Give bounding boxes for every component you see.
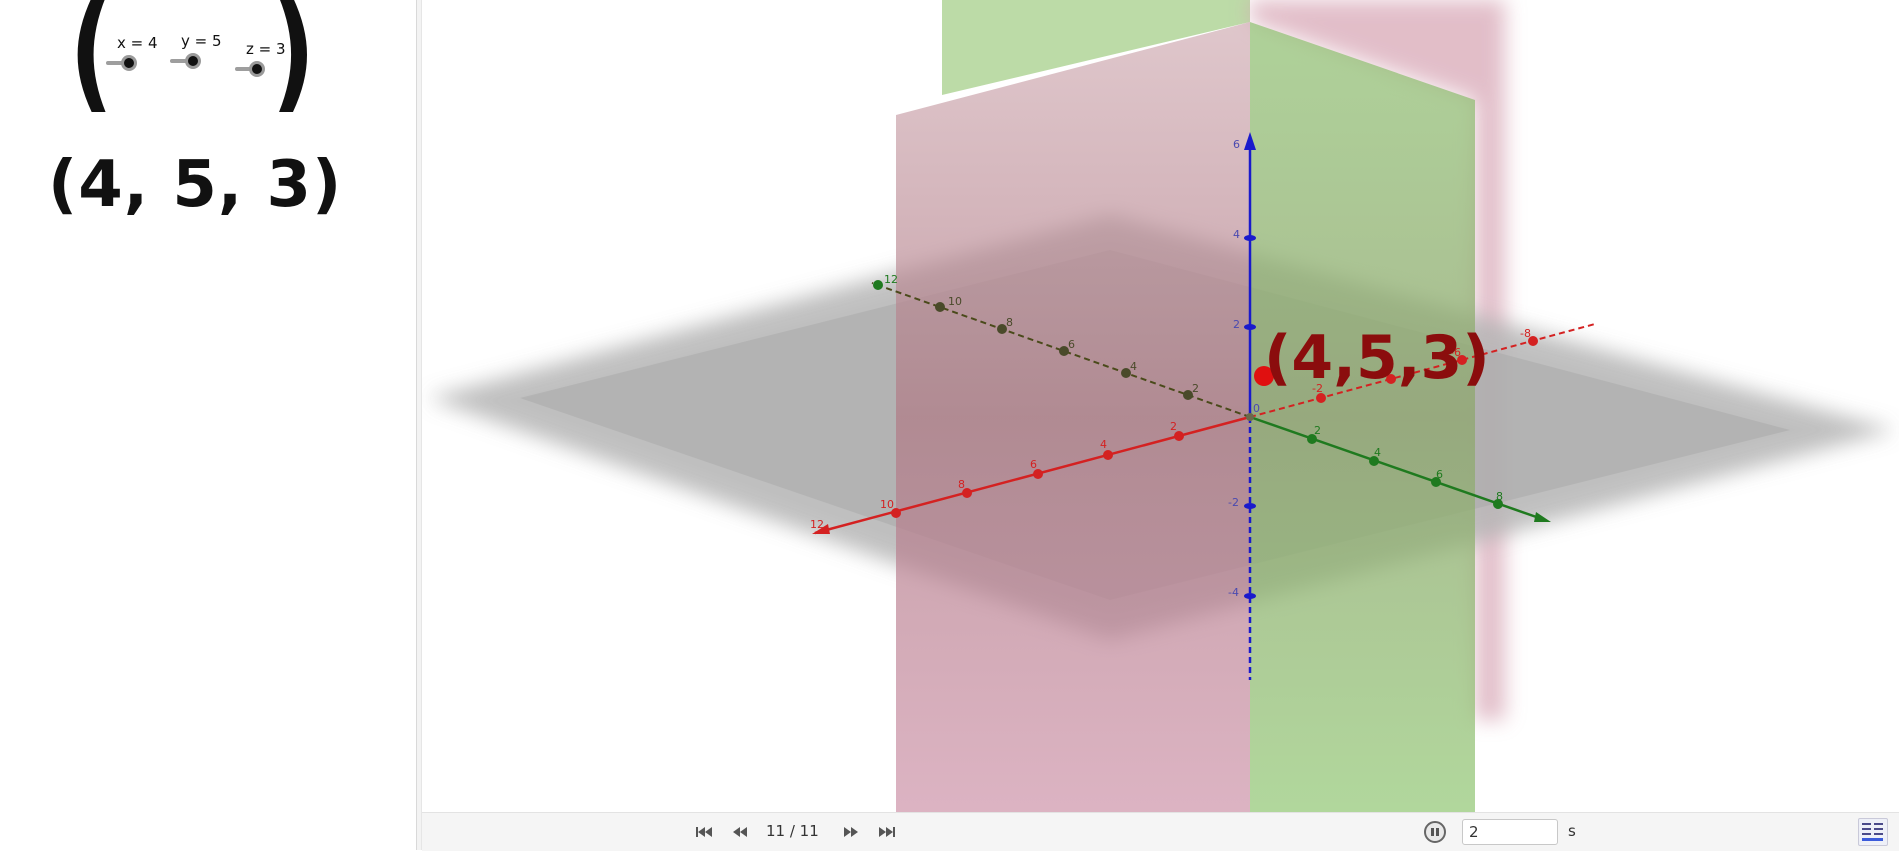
- z-tick-label: 6: [1233, 138, 1240, 151]
- pause-icon[interactable]: [1424, 821, 1446, 843]
- open-parenthesis: (: [69, 0, 114, 126]
- slider-y-knob[interactable]: [185, 53, 201, 69]
- step-forward-icon[interactable]: [840, 823, 862, 841]
- y-tick-label: 4: [1374, 446, 1381, 459]
- step-counter: 11 / 11: [766, 822, 819, 840]
- x-tick-label: 6: [1030, 458, 1037, 471]
- graphics-panel: ( ) x = 4 y = 5 z = 3 (4, 5, 3): [0, 0, 416, 850]
- skip-last-icon[interactable]: [876, 823, 898, 841]
- 3d-canvas[interactable]: 12 10 8 6 4 2 -2 -6 -8 12 10 8 6 4 2 2 4…: [422, 0, 1899, 812]
- origin-point: [1246, 413, 1254, 421]
- graphics-3d-view[interactable]: 12 10 8 6 4 2 -2 -6 -8 12 10 8 6 4 2 2 4…: [422, 0, 1899, 850]
- y-tick-label: 6: [1068, 338, 1075, 351]
- z-tick-label: -2: [1228, 496, 1239, 509]
- point-coordinates-text: (4, 5, 3): [48, 148, 343, 222]
- x-tick-label: 12: [810, 518, 824, 531]
- close-parenthesis: ): [271, 0, 316, 126]
- z-tick-label: -4: [1228, 586, 1239, 599]
- x-tick-label: 2: [1170, 420, 1177, 433]
- z-tick-label: 0: [1253, 402, 1260, 415]
- x-tick-label: 10: [880, 498, 894, 511]
- slider-x-label: x = 4: [117, 34, 158, 52]
- y-tick-label: 2: [1192, 382, 1199, 395]
- x-tick-label: 8: [958, 478, 965, 491]
- y-tick-label: 6: [1436, 468, 1443, 481]
- slider-x-knob[interactable]: [121, 55, 137, 71]
- plane-red-front: [896, 22, 1250, 812]
- slider-z-label: z = 3: [246, 40, 286, 58]
- x-tick-label: 4: [1100, 438, 1107, 451]
- y-tick-label: 8: [1006, 316, 1013, 329]
- y-tick-label: 10: [948, 295, 962, 308]
- slider-y-label: y = 5: [181, 32, 222, 50]
- z-tick-label: 4: [1233, 228, 1240, 241]
- animation-toolbar: 11 / 11 s: [422, 812, 1899, 851]
- slider-z-knob[interactable]: [249, 61, 265, 77]
- y-tick-label: 8: [1496, 490, 1503, 503]
- skip-first-icon[interactable]: [693, 823, 715, 841]
- y-tick-label: 4: [1130, 360, 1137, 373]
- y-tick-label: 2: [1314, 424, 1321, 437]
- y-tick-label: 12: [884, 273, 898, 286]
- step-back-icon[interactable]: [729, 823, 751, 841]
- speed-unit-label: s: [1568, 822, 1576, 840]
- plane-green-front: [1250, 22, 1475, 812]
- speed-input[interactable]: [1462, 819, 1558, 845]
- algebra-view-icon[interactable]: [1858, 818, 1888, 846]
- z-tick-label: 2: [1233, 318, 1240, 331]
- x-tick-label: -8: [1520, 327, 1531, 340]
- point-label: (4,5,3): [1264, 323, 1490, 393]
